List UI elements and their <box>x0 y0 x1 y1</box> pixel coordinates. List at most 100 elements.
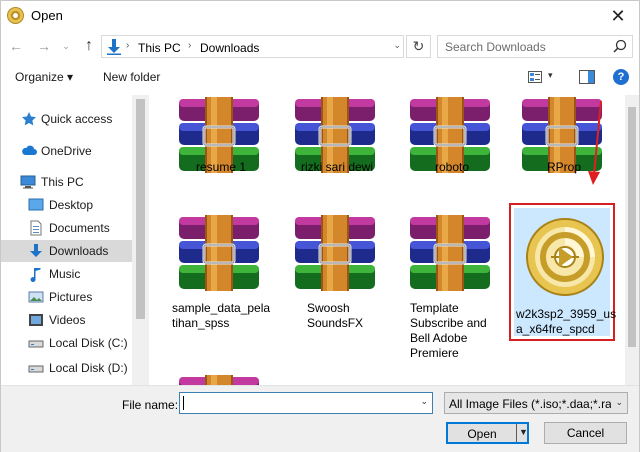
file-list: resume 1 rizki sari dewi roboto RProp sa… <box>149 95 625 385</box>
sidebar-item-label: Videos <box>49 313 86 327</box>
file-item-selected[interactable]: w2k3sp2_3959_us a_x64fre_spcd <box>515 213 619 343</box>
window-title: Open <box>31 8 63 23</box>
file-name: Swoosh SoundsFX <box>307 301 364 330</box>
scrollbar-thumb[interactable] <box>136 99 145 319</box>
sidebar-item-label: Local Disk (D:) <box>49 361 128 375</box>
file-type-select[interactable]: All Image Files (*.iso;*.daa;*.rar; ⌄ <box>444 392 628 414</box>
back-button[interactable]: ← <box>6 36 26 56</box>
sidebar-item-label: Documents <box>49 221 110 235</box>
open-file-dialog: Open ✕ ← → ⌄ ↑ › This PC › Downloads ⌄ ↻ <box>0 0 640 452</box>
view-options-dropdown[interactable]: ▾ <box>548 70 553 81</box>
new-folder-button[interactable]: New folder <box>103 70 160 84</box>
music-icon <box>30 268 41 282</box>
scrollbar-thumb[interactable] <box>628 107 636 347</box>
preview-pane-icon[interactable] <box>579 70 595 84</box>
documents-icon <box>30 220 42 236</box>
navigation-scrollbar[interactable] <box>132 95 149 385</box>
back-arrow-icon: ← <box>9 38 23 54</box>
file-name: rizki sari dewi <box>300 160 373 174</box>
videos-icon <box>29 314 43 326</box>
file-name-input[interactable] <box>184 394 409 412</box>
organize-button[interactable]: Organize ▾ <box>15 70 73 84</box>
sidebar-item-onedrive[interactable]: OneDrive <box>1 140 132 162</box>
file-item[interactable]: Swoosh SoundsFX <box>285 213 389 343</box>
refresh-icon: ↻ <box>412 38 425 54</box>
sidebar-item-label: Downloads <box>49 244 109 258</box>
forward-button[interactable]: → <box>34 36 54 56</box>
sidebar-item-videos[interactable]: Videos <box>1 309 132 331</box>
rar-archive-icon <box>404 215 496 291</box>
address-bar[interactable]: › This PC › Downloads ⌄ <box>101 35 404 58</box>
sidebar-item-label: This PC <box>41 175 84 189</box>
file-name-label: File name: <box>122 398 179 412</box>
dialog-footer: File name: ⌄ All Image Files (*.iso;*.da… <box>1 385 639 452</box>
breadcrumb-downloads[interactable]: Downloads <box>200 41 259 55</box>
sidebar-item-quick-access[interactable]: Quick access <box>1 108 132 130</box>
sidebar-item-desktop[interactable]: Desktop <box>1 194 132 216</box>
search-input[interactable] <box>438 36 608 57</box>
chevron-down-icon: ⌄ <box>62 41 70 51</box>
file-name: resume 1 <box>195 160 247 174</box>
drive-icon <box>28 365 44 373</box>
rar-archive-icon <box>173 215 265 291</box>
sidebar-item-local-disk-c[interactable]: Local Disk (C:) <box>1 332 132 354</box>
help-icon[interactable]: ? <box>613 69 629 85</box>
sidebar-item-label: OneDrive <box>41 144 92 158</box>
drive-icon <box>28 340 44 348</box>
file-item[interactable]: roboto <box>400 95 504 185</box>
view-options-icon[interactable] <box>528 71 542 83</box>
disc-app-icon <box>7 7 24 24</box>
pictures-icon <box>28 291 44 303</box>
file-type-value: All Image Files (*.iso;*.daa;*.rar; <box>449 397 611 411</box>
file-name: sample_data_pela tihan_spss <box>172 301 271 330</box>
rar-archive-icon <box>173 375 265 385</box>
refresh-button[interactable]: ↻ <box>406 35 431 58</box>
chevron-down-icon[interactable]: ⌄ <box>420 396 428 407</box>
annotation-arrow <box>588 101 602 185</box>
up-arrow-icon: ↑ <box>85 37 93 54</box>
file-item[interactable]: Template Subscribe and Bell Adobe Premie… <box>400 213 504 360</box>
sidebar-item-label: Local Disk (C:) <box>49 336 128 350</box>
sidebar-item-label: Desktop <box>49 198 94 212</box>
computer-icon <box>20 175 36 189</box>
breadcrumb-separator: › <box>188 40 192 51</box>
sidebar-item-music[interactable]: Music <box>1 263 132 285</box>
chevron-down-icon: ⌄ <box>615 397 623 407</box>
navigation-bar: ← → ⌄ ↑ › This PC › Downloads ⌄ ↻ <box>1 31 639 61</box>
search-icon <box>613 39 627 53</box>
file-name: Template Subscribe and Bell Adobe Premie… <box>410 301 487 360</box>
up-button[interactable]: ↑ <box>79 36 99 56</box>
search-box[interactable] <box>437 35 633 58</box>
recent-locations-button[interactable]: ⌄ <box>59 36 73 56</box>
close-icon: ✕ <box>610 6 626 26</box>
breadcrumb-separator: › <box>126 40 130 51</box>
sidebar-item-downloads[interactable]: Downloads <box>1 240 132 262</box>
open-button[interactable]: Open ▼ <box>446 422 529 444</box>
sidebar-item-documents[interactable]: Documents <box>1 217 132 239</box>
open-button-label: Open <box>467 427 497 441</box>
sidebar-item-label: Quick access <box>41 112 113 126</box>
sidebar-item-local-disk-d[interactable]: Local Disk (D:) <box>1 357 132 379</box>
file-item[interactable] <box>169 373 273 385</box>
download-icon <box>107 39 121 55</box>
file-item[interactable]: sample_data_pela tihan_spss <box>169 213 273 343</box>
file-name: w2k3sp2_3959_us a_x64fre_spcd <box>516 307 617 336</box>
chevron-down-icon[interactable]: ⌄ <box>393 40 401 51</box>
file-name-field[interactable]: ⌄ <box>179 392 433 414</box>
desktop-icon <box>28 198 44 211</box>
file-item[interactable]: resume 1 <box>169 95 273 185</box>
close-button[interactable]: ✕ <box>597 1 639 31</box>
sidebar-item-label: Music <box>49 267 81 281</box>
title-bar: Open ✕ <box>1 1 639 31</box>
file-name: roboto <box>434 160 470 174</box>
cancel-button[interactable]: Cancel <box>544 422 627 444</box>
file-list-scrollbar[interactable] <box>625 95 639 385</box>
file-item[interactable]: rizki sari dewi <box>285 95 389 185</box>
cloud-icon <box>22 145 37 155</box>
open-options-dropdown[interactable]: ▼ <box>519 427 528 437</box>
forward-arrow-icon: → <box>37 38 51 54</box>
breadcrumb-this-pc[interactable]: This PC <box>138 41 181 55</box>
star-icon <box>22 112 36 126</box>
sidebar-item-this-pc[interactable]: This PC <box>1 171 132 193</box>
sidebar-item-pictures[interactable]: Pictures <box>1 286 132 308</box>
